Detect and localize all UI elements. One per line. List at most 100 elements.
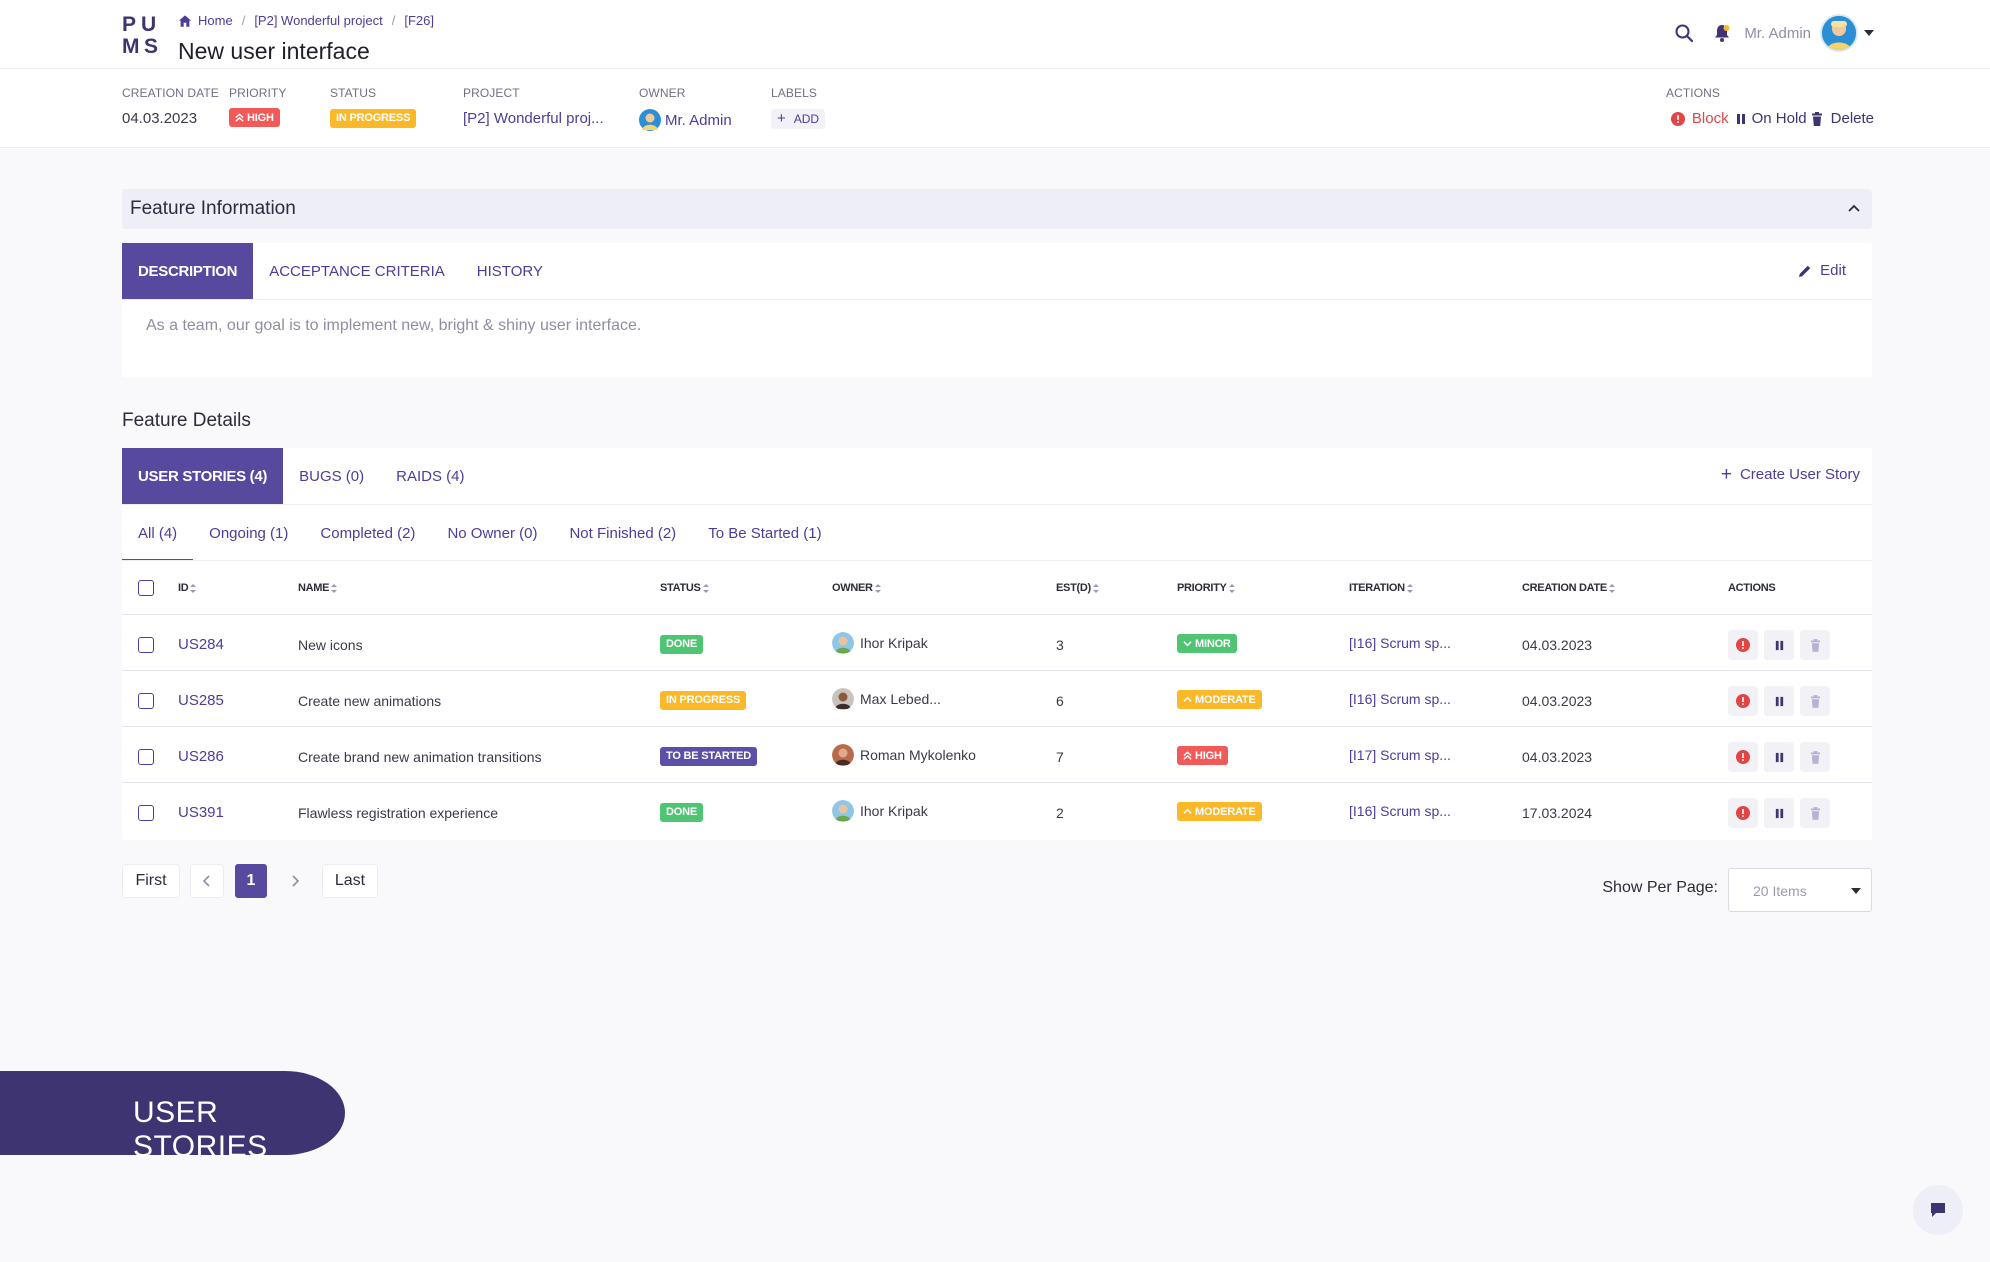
owner-value[interactable]: Mr. Admin bbox=[639, 109, 732, 131]
story-name-link[interactable]: Create brand new animation transitions bbox=[298, 749, 542, 765]
block-button[interactable]: Block bbox=[1670, 110, 1729, 127]
column-header-est[interactable]: EST(D) bbox=[1056, 582, 1099, 594]
tab-acceptance-criteria[interactable]: ACCEPTANCE CRITERIA bbox=[253, 243, 461, 299]
column-header-creation-date[interactable]: CREATION DATE bbox=[1522, 582, 1615, 594]
filter-not-finished[interactable]: Not Finished (2) bbox=[553, 505, 692, 561]
feature-info-tabs: DESCRIPTION ACCEPTANCE CRITERIA HISTORY bbox=[122, 243, 559, 299]
tab-description[interactable]: DESCRIPTION bbox=[122, 243, 254, 299]
row-divider bbox=[122, 782, 1872, 783]
tab-history[interactable]: HISTORY bbox=[461, 243, 559, 299]
story-iteration-link[interactable]: [I16] Scrum sp... bbox=[1349, 635, 1451, 651]
column-header-id[interactable]: ID bbox=[178, 582, 197, 594]
column-header-name[interactable]: NAME bbox=[298, 582, 338, 594]
filter-no-owner[interactable]: No Owner (0) bbox=[431, 505, 553, 561]
filter-to-be-started[interactable]: To Be Started (1) bbox=[692, 505, 837, 561]
story-name-link[interactable]: Flawless registration experience bbox=[298, 805, 498, 821]
block-row-button[interactable] bbox=[1728, 798, 1758, 828]
tab-raids[interactable]: RAIDS (4) bbox=[380, 448, 480, 504]
owner-label: OWNER bbox=[639, 86, 686, 100]
breadcrumb-home[interactable]: Home bbox=[198, 13, 233, 28]
story-owner[interactable]: Ihor Kripak bbox=[832, 800, 928, 822]
filter-completed[interactable]: Completed (2) bbox=[304, 505, 431, 561]
delete-row-button[interactable] bbox=[1800, 798, 1830, 828]
delete-row-button[interactable] bbox=[1800, 686, 1830, 716]
column-header-owner[interactable]: OWNER bbox=[832, 582, 881, 594]
user-name[interactable]: Mr. Admin bbox=[1744, 25, 1811, 42]
pums-logo[interactable]: P U M S bbox=[122, 12, 162, 56]
pagination-first[interactable]: First bbox=[122, 864, 180, 898]
story-status: DONE bbox=[660, 802, 703, 822]
story-iteration-link[interactable]: [I16] Scrum sp... bbox=[1349, 803, 1451, 819]
delete-row-button[interactable] bbox=[1800, 742, 1830, 772]
column-header-iteration[interactable]: ITERATION bbox=[1349, 582, 1413, 594]
status-value[interactable]: IN PROGRESS bbox=[330, 108, 417, 128]
row-actions bbox=[1728, 742, 1830, 772]
block-row-button[interactable] bbox=[1728, 742, 1758, 772]
chat-button[interactable] bbox=[1913, 1185, 1963, 1235]
story-id-link[interactable]: US391 bbox=[178, 804, 224, 821]
owner-avatar bbox=[832, 632, 854, 654]
pagination-page-1[interactable]: 1 bbox=[235, 864, 267, 898]
row-divider bbox=[122, 670, 1872, 671]
priority-value[interactable]: HIGH bbox=[229, 108, 280, 127]
user-avatar[interactable] bbox=[1820, 14, 1858, 52]
add-label-button[interactable]: + ADD bbox=[771, 109, 826, 129]
priority-badge[interactable]: HIGH bbox=[229, 108, 280, 127]
story-name-link[interactable]: New icons bbox=[298, 637, 363, 653]
filter-all[interactable]: All (4) bbox=[122, 505, 194, 561]
row-divider bbox=[122, 726, 1872, 727]
story-id-link[interactable]: US285 bbox=[178, 692, 224, 709]
select-all-checkbox[interactable] bbox=[138, 580, 154, 596]
story-iteration-link[interactable]: [I16] Scrum sp... bbox=[1349, 691, 1451, 707]
story-priority: MINOR bbox=[1177, 634, 1237, 653]
story-id-link[interactable]: US284 bbox=[178, 636, 224, 653]
trash-icon bbox=[1810, 806, 1820, 820]
pagination-prev[interactable] bbox=[190, 864, 224, 898]
status-badge[interactable]: IN PROGRESS bbox=[330, 108, 417, 128]
pagination-last[interactable]: Last bbox=[322, 864, 378, 898]
story-id-link[interactable]: US286 bbox=[178, 748, 224, 765]
hold-row-button[interactable] bbox=[1764, 686, 1794, 716]
trash-icon bbox=[1810, 750, 1820, 764]
story-owner[interactable]: Ihor Kripak bbox=[832, 632, 928, 654]
breadcrumb-project[interactable]: [P2] Wonderful project bbox=[254, 13, 382, 28]
row-checkbox[interactable] bbox=[138, 693, 154, 709]
hold-row-button[interactable] bbox=[1764, 742, 1794, 772]
delete-button[interactable]: Delete bbox=[1811, 110, 1874, 127]
row-checkbox[interactable] bbox=[138, 749, 154, 765]
tab-bugs[interactable]: BUGS (0) bbox=[283, 448, 380, 504]
pagination-next[interactable] bbox=[278, 864, 312, 898]
filter-ongoing[interactable]: Ongoing (1) bbox=[193, 505, 304, 561]
trash-icon bbox=[1810, 694, 1820, 708]
breadcrumb-feature[interactable]: [F26] bbox=[404, 13, 434, 28]
column-header-priority[interactable]: PRIORITY bbox=[1177, 582, 1235, 594]
project-link[interactable]: [P2] Wonderful proj... bbox=[463, 110, 604, 127]
chevron-up-icon[interactable] bbox=[1846, 201, 1862, 217]
row-checkbox[interactable] bbox=[138, 637, 154, 653]
tab-user-stories[interactable]: USER STORIES (4) bbox=[122, 448, 284, 504]
user-menu-caret-icon[interactable] bbox=[1864, 30, 1874, 36]
hold-row-button[interactable] bbox=[1764, 798, 1794, 828]
column-header-status[interactable]: STATUS bbox=[660, 582, 709, 594]
story-owner[interactable]: Roman Mykolenko bbox=[832, 744, 976, 766]
block-row-button[interactable] bbox=[1728, 630, 1758, 660]
delete-row-button[interactable] bbox=[1800, 630, 1830, 660]
story-name-link[interactable]: Create new animations bbox=[298, 693, 441, 709]
story-iteration-link[interactable]: [I17] Scrum sp... bbox=[1349, 747, 1451, 763]
row-checkbox[interactable] bbox=[138, 805, 154, 821]
chevron-up-icon bbox=[1183, 696, 1192, 702]
pencil-icon bbox=[1799, 265, 1811, 277]
notification-bell-icon[interactable] bbox=[1712, 23, 1732, 43]
search-icon[interactable] bbox=[1674, 23, 1694, 43]
header-row-divider bbox=[122, 614, 1872, 615]
story-owner[interactable]: Max Lebed... bbox=[832, 688, 941, 710]
create-user-story-button[interactable]: + Create User Story bbox=[1721, 465, 1860, 484]
priority-text: MODERATE bbox=[1195, 805, 1256, 818]
on-hold-button[interactable]: On Hold bbox=[1735, 110, 1807, 127]
edit-button[interactable]: Edit bbox=[1798, 262, 1846, 279]
block-row-button[interactable] bbox=[1728, 686, 1758, 716]
hold-row-button[interactable] bbox=[1764, 630, 1794, 660]
per-page-select[interactable]: 20 Items bbox=[1728, 868, 1872, 912]
feature-information-header[interactable]: Feature Information bbox=[122, 189, 1872, 229]
status-badge: IN PROGRESS bbox=[660, 690, 747, 710]
